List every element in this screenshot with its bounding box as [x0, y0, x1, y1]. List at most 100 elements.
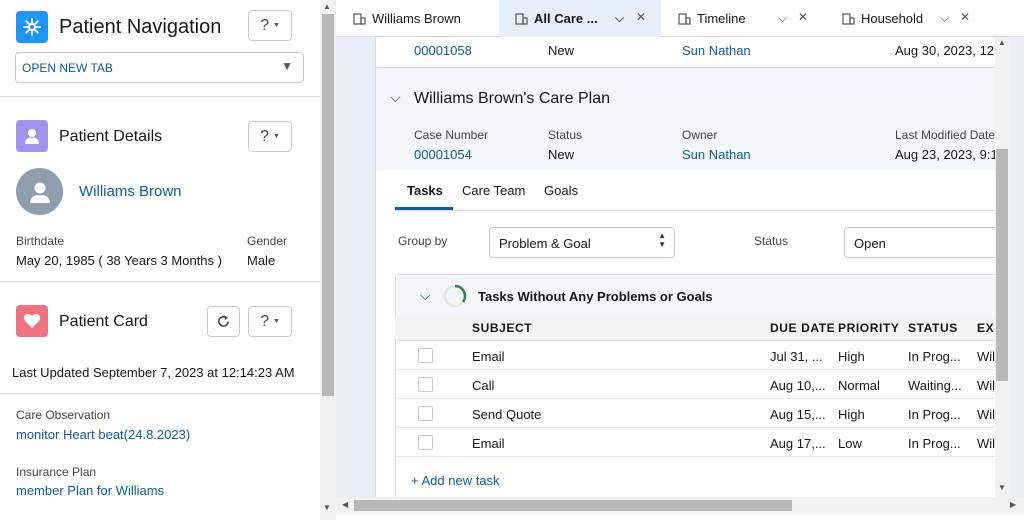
horizontal-scroll-thumb[interactable] — [354, 500, 792, 511]
case-owner-link[interactable]: Sun Nathan — [682, 147, 751, 162]
column-header-due-date[interactable]: DUE DATE — [770, 321, 834, 335]
section-collapse-icon[interactable]: ⌵ — [420, 287, 431, 304]
birthdate-value: May 20, 1985 ( 38 Years 3 Months ) — [16, 253, 222, 268]
right-scroll-thumb[interactable] — [996, 149, 1008, 381]
care-observation-link[interactable]: monitor Heart beat(24.8.2023) — [16, 427, 190, 442]
row-checkbox[interactable] — [418, 348, 433, 363]
progress-ring-icon — [443, 284, 467, 308]
last-updated-text: Last Updated September 7, 2023 at 12:14:… — [12, 365, 295, 380]
tab-all-care-plans[interactable]: All Care ... ⌵ ✕ — [499, 0, 661, 37]
right-scrollbar[interactable]: ▲ ▼ — [995, 37, 1009, 497]
add-new-task-link[interactable]: + Add new task — [411, 473, 500, 488]
tab-williams-brown[interactable]: Williams Brown — [353, 0, 498, 37]
section-divider — [0, 281, 320, 282]
refresh-icon — [218, 315, 229, 327]
insurance-plan-link[interactable]: member Plan for Williams — [16, 483, 164, 498]
section-divider — [0, 96, 320, 97]
prev-case-modified: Aug 30, 2023, 12:... — [895, 43, 995, 58]
task-priority: High — [838, 407, 865, 422]
scroll-down-arrow-icon[interactable]: ▼ — [998, 483, 1006, 492]
last-modified-label: Last Modified Date — [895, 128, 995, 142]
row-checkbox[interactable] — [418, 377, 433, 392]
tab-timeline[interactable]: Timeline ⌵ ✕ — [678, 0, 828, 37]
owner-label: Owner — [682, 128, 718, 142]
group-by-value: Problem & Goal — [499, 236, 591, 251]
close-icon[interactable]: ✕ — [960, 10, 970, 24]
avatar — [16, 168, 63, 215]
task-status: Waiting... — [908, 378, 962, 393]
status-filter-input[interactable]: Open — [844, 227, 995, 258]
help-label: ? — [260, 16, 269, 34]
open-new-tab-select[interactable]: OPEN NEW TAB ▼ — [15, 52, 304, 83]
tab-household[interactable]: Household ⌵ ✕ — [842, 0, 1002, 37]
task-priority: Low — [838, 436, 862, 451]
gender-value: Male — [247, 253, 276, 268]
table-row[interactable]: Email Aug 17,... Low In Prog... Wil — [395, 428, 995, 457]
chevron-down-icon[interactable]: ⌵ — [778, 11, 787, 26]
scroll-right-arrow-icon[interactable]: ▶ — [1010, 500, 1016, 509]
details-help-button[interactable]: ? ▼ — [248, 121, 292, 152]
column-header-ex[interactable]: EX — [977, 321, 994, 335]
open-new-tab-label: OPEN NEW TAB — [22, 61, 113, 75]
record-icon — [678, 13, 691, 25]
heart-icon — [16, 305, 48, 337]
gender-label: Gender — [247, 234, 288, 248]
prev-case-owner-link[interactable]: Sun Nathan — [682, 43, 751, 58]
task-subject: Email — [472, 349, 505, 364]
scroll-up-arrow-icon[interactable]: ▲ — [323, 2, 331, 11]
close-icon[interactable]: ✕ — [636, 10, 646, 24]
status-filter-value: Open — [854, 236, 886, 251]
row-checkbox[interactable] — [418, 406, 433, 421]
care-plan-collapse-icon[interactable]: ⌵ — [390, 89, 401, 106]
subtab-care-team[interactable]: Care Team — [462, 183, 525, 198]
chevron-down-icon[interactable]: ⌵ — [615, 11, 624, 26]
care-observation-label: Care Observation — [16, 408, 111, 422]
patient-details-title: Patient Details — [59, 128, 163, 145]
scroll-up-arrow-icon[interactable]: ▲ — [998, 38, 1006, 47]
task-ex: Wil — [977, 378, 996, 393]
scroll-down-arrow-icon[interactable]: ▼ — [323, 503, 331, 512]
task-due-date: Jul 31, ... — [770, 349, 823, 364]
section-divider — [0, 393, 320, 394]
close-icon[interactable]: ✕ — [798, 10, 808, 24]
tasks-section-title: Tasks Without Any Problems or Goals — [478, 289, 713, 304]
chevron-down-icon[interactable]: ⌵ — [940, 11, 949, 26]
task-due-date: Aug 17,... — [770, 436, 826, 451]
column-header-priority[interactable]: PRIORITY — [838, 321, 899, 335]
navigation-icon — [16, 11, 48, 43]
left-scrollbar[interactable]: ▲ ▼ — [320, 0, 336, 520]
status-label: Status — [548, 128, 583, 142]
tab-label: Household — [861, 11, 924, 26]
horizontal-scrollbar[interactable]: ◀ ▶ — [336, 497, 1024, 514]
task-subject: Call — [472, 378, 495, 393]
task-due-date: Aug 10,... — [770, 378, 826, 393]
case-modified-value: Aug 23, 2023, 9:14... — [895, 147, 995, 162]
tab-bar: Williams Brown All Care ... ⌵ ✕ Timeline… — [336, 0, 1024, 37]
dropdown-caret-icon: ▼ — [281, 59, 293, 73]
case-number-link[interactable]: 00001054 — [414, 147, 472, 162]
group-by-select[interactable]: Problem & Goal ▲ ▼ — [489, 227, 675, 258]
row-checkbox[interactable] — [418, 435, 433, 450]
card-help-button[interactable]: ? ▼ — [248, 306, 292, 337]
prev-case-number-link[interactable]: 00001058 — [414, 43, 472, 58]
help-label: ? — [260, 312, 269, 330]
subtab-tasks[interactable]: Tasks — [407, 183, 443, 198]
scroll-left-arrow-icon[interactable]: ◀ — [342, 500, 348, 509]
tab-label: All Care ... — [534, 11, 598, 26]
task-subject: Send Quote — [472, 407, 542, 422]
table-row[interactable]: Call Aug 10,... Normal Waiting... Wil — [395, 370, 995, 399]
refresh-button[interactable] — [207, 306, 240, 337]
column-header-status[interactable]: STATUS — [908, 321, 958, 335]
navigation-help-button[interactable]: ? ▼ — [248, 10, 292, 41]
subtab-goals[interactable]: Goals — [544, 183, 578, 198]
tab-label: Williams Brown — [372, 11, 461, 26]
task-ex: Wil — [977, 349, 996, 364]
left-scroll-thumb[interactable] — [322, 14, 334, 396]
status-filter-label: Status — [754, 234, 789, 248]
task-priority: High — [838, 349, 865, 364]
column-header-subject[interactable]: SUBJECT — [472, 321, 532, 335]
table-row[interactable]: Send Quote Aug 15,... High In Prog... Wi… — [395, 399, 995, 428]
table-row[interactable]: Email Jul 31, ... High In Prog... Wil — [395, 341, 995, 370]
patient-name-link[interactable]: Williams Brown — [79, 183, 182, 200]
tab-label: Timeline — [697, 11, 746, 26]
